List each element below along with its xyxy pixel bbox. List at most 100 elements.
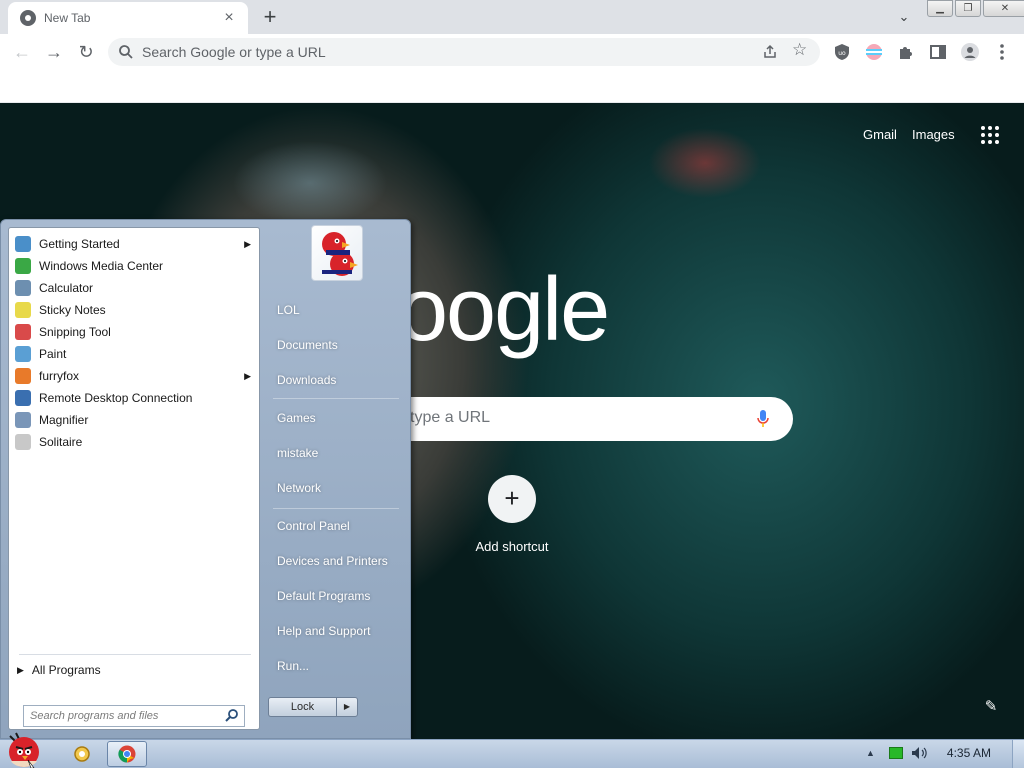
search-icon[interactable]	[224, 708, 240, 724]
tab-title: New Tab	[44, 11, 91, 25]
start-right-item[interactable]: Documents	[269, 332, 405, 358]
program-item[interactable]: Snipping Tool	[13, 321, 257, 343]
microphone-icon[interactable]	[757, 409, 769, 429]
angry-bird-avatar-icon	[322, 232, 358, 276]
start-right-item[interactable]: Control Panel	[269, 513, 405, 539]
gmail-link[interactable]: Gmail	[863, 127, 897, 142]
program-icon	[15, 368, 31, 384]
start-menu: Getting Started ▶ Windows Media Center Calc…	[0, 219, 411, 739]
reload-button[interactable]: ↻	[74, 40, 98, 64]
program-item[interactable]: Windows Media Center	[13, 255, 257, 277]
start-right-item[interactable]: mistake	[269, 440, 405, 466]
new-tab-button[interactable]: +	[258, 5, 282, 29]
start-orb-angry-bird-icon[interactable]	[2, 730, 48, 768]
program-item[interactable]: Magnifier	[13, 409, 257, 431]
lock-button[interactable]: Lock	[268, 697, 336, 717]
program-item[interactable]: Getting Started ▶	[13, 233, 257, 255]
program-label: Sticky Notes	[39, 303, 106, 317]
start-right-item[interactable]: Games	[269, 405, 405, 431]
program-item[interactable]: Sticky Notes	[13, 299, 257, 321]
start-right-item[interactable]: Downloads	[269, 367, 405, 393]
svg-text:uo: uo	[838, 50, 846, 57]
start-right-item[interactable]: Devices and Printers	[269, 548, 405, 574]
start-right-item[interactable]: Network	[269, 475, 405, 501]
program-label: Magnifier	[39, 413, 89, 427]
program-icon	[15, 434, 31, 450]
volume-icon[interactable]	[911, 746, 927, 760]
bookmark-star-icon[interactable]: ☆	[792, 40, 807, 60]
search-icon	[119, 45, 133, 59]
program-icon	[15, 346, 31, 362]
tab-strip: New Tab × + ⌄ ▁ ❐ ✕	[0, 0, 1024, 34]
program-icon	[15, 258, 31, 274]
clock[interactable]: 4:35 AM	[947, 746, 991, 760]
power-options-arrow-icon[interactable]: ▶	[336, 697, 358, 717]
profile-avatar-icon[interactable]	[961, 43, 979, 61]
pencil-icon[interactable]: ✎	[982, 697, 1000, 715]
all-programs-button[interactable]: ▶ All Programs	[17, 660, 101, 680]
submenu-arrow-icon: ▶	[244, 370, 251, 381]
program-icon	[15, 302, 31, 318]
images-link[interactable]: Images	[912, 127, 955, 142]
share-icon[interactable]	[762, 44, 778, 60]
divider	[19, 654, 251, 655]
taskbar-settings-app[interactable]	[62, 741, 102, 767]
start-programs-pane: Getting Started ▶ Windows Media Center Calc…	[8, 227, 260, 730]
user-picture-avatar[interactable]	[311, 225, 363, 281]
program-item[interactable]: Paint	[13, 343, 257, 365]
tab-new-tab[interactable]: New Tab ×	[8, 2, 248, 34]
restore-button[interactable]: ❐	[955, 0, 981, 17]
program-icon	[15, 236, 31, 252]
start-right-item[interactable]: Help and Support	[269, 618, 405, 644]
omnibox[interactable]: ☆	[108, 38, 820, 66]
divider	[273, 508, 399, 509]
program-item[interactable]: Solitaire	[13, 431, 257, 453]
window-controls: ▁ ❐ ✕	[927, 0, 1024, 17]
all-programs-label: All Programs	[31, 663, 101, 677]
address-input[interactable]	[142, 38, 702, 66]
flag-extension-icon[interactable]	[865, 43, 883, 61]
show-hidden-icons-icon[interactable]: ▲	[866, 748, 875, 758]
ntp-search-placeholder: type a URL	[410, 409, 491, 426]
program-item[interactable]: Remote Desktop Connection	[13, 387, 257, 409]
program-label: Solitaire	[39, 435, 83, 449]
program-icon	[15, 280, 31, 296]
chevron-down-icon[interactable]: ⌄	[894, 7, 914, 27]
program-item[interactable]: Calculator	[13, 277, 257, 299]
close-window-button[interactable]: ✕	[983, 0, 1024, 17]
bookmark-bar	[0, 70, 1024, 103]
program-label: Calculator	[39, 281, 94, 295]
add-shortcut-label[interactable]: Add shortcut	[462, 539, 562, 554]
start-right-item[interactable]: LOL	[269, 297, 405, 323]
system-tray: ▲ 4:35 AM	[866, 746, 1007, 760]
start-search-input[interactable]	[30, 706, 220, 726]
program-icon	[15, 324, 31, 340]
start-right-item[interactable]: Default Programs	[269, 583, 405, 609]
divider	[273, 398, 399, 399]
close-icon[interactable]: ×	[220, 10, 238, 26]
triangle-right-icon: ▶	[17, 664, 24, 675]
minimize-button[interactable]: ▁	[927, 0, 953, 17]
program-label: Snipping Tool	[39, 325, 111, 339]
taskbar-chrome-button[interactable]	[107, 741, 147, 767]
chrome-favicon-icon	[20, 10, 36, 26]
ublock-shield-icon[interactable]: uo	[833, 43, 851, 61]
add-shortcut-button[interactable]: +	[488, 475, 536, 523]
start-search-box[interactable]	[23, 705, 245, 727]
program-label: Paint	[39, 347, 67, 361]
chrome-icon	[118, 745, 136, 763]
program-item[interactable]: furryfox ▶	[13, 365, 257, 387]
start-right-item[interactable]: Run...	[269, 653, 405, 679]
program-icon	[15, 390, 31, 406]
show-desktop-button[interactable]	[1012, 740, 1024, 768]
submenu-arrow-icon: ▶	[244, 238, 251, 249]
kebab-menu-icon[interactable]	[995, 41, 1009, 63]
browser-toolbar: ← → ↻ ☆ uo	[0, 34, 1024, 70]
side-panel-icon[interactable]	[929, 43, 947, 61]
puzzle-extensions-icon[interactable]	[897, 43, 915, 61]
forward-button[interactable]: →	[42, 40, 66, 64]
apps-grid-icon[interactable]	[980, 125, 1000, 145]
network-icon[interactable]	[888, 747, 903, 759]
program-label: Getting Started	[39, 237, 120, 251]
back-button[interactable]: ←	[10, 40, 34, 64]
